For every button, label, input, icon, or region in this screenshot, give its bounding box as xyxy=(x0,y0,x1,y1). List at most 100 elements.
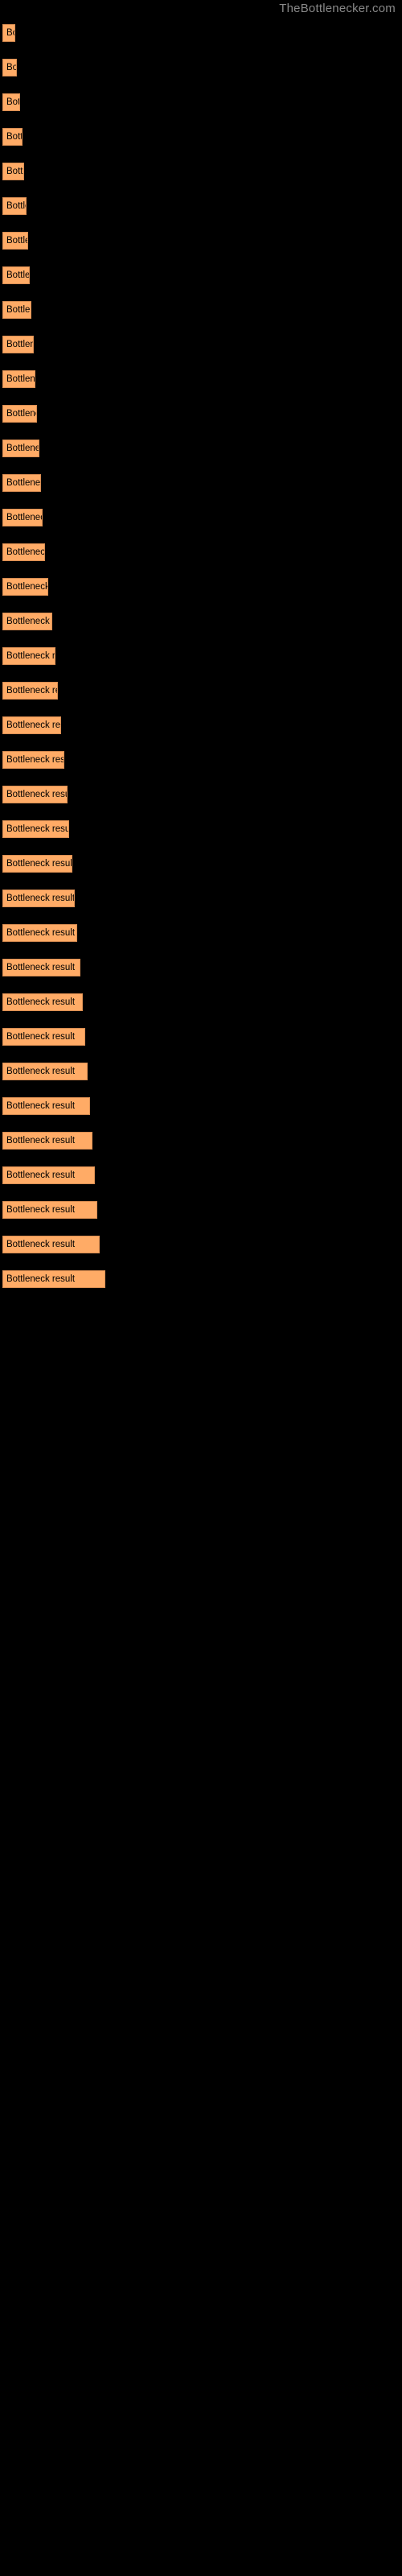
bar-label: Bottleneck result xyxy=(6,409,36,419)
bar-row: Bottleneck result xyxy=(0,1196,402,1231)
bar-label: Bottleneck result xyxy=(6,374,35,384)
bar-label: Bottleneck result xyxy=(6,444,39,453)
bar-label: Bottleneck result xyxy=(6,720,61,730)
bar[interactable]: Bottleneck result xyxy=(2,1270,105,1288)
bar-row: Bottleneck result xyxy=(0,158,402,192)
bar-label: Bottleneck result xyxy=(6,513,42,522)
bar-row: Bottleneck result xyxy=(0,227,402,262)
bar-row: Bottleneck result xyxy=(0,919,402,954)
bar-row: Bottleneck result xyxy=(0,885,402,919)
bar-row: Bottleneck result xyxy=(0,365,402,400)
bar-row: Bottleneck result xyxy=(0,1127,402,1162)
bar-label: Bottleneck result xyxy=(6,894,75,903)
bar[interactable]: Bottleneck result xyxy=(2,993,83,1011)
bar[interactable]: Bottleneck result xyxy=(2,578,48,596)
bar[interactable]: Bottleneck result xyxy=(2,959,80,976)
bar-label: Bottleneck result xyxy=(6,859,72,869)
bar[interactable]: Bottleneck result xyxy=(2,890,75,907)
bar-label: Bottleneck result xyxy=(6,97,20,107)
bar[interactable]: Bottleneck result xyxy=(2,301,31,319)
bar[interactable]: Bottleneck result xyxy=(2,1132,92,1150)
bar-row: Bottleneck result xyxy=(0,989,402,1023)
bar-row: Bottleneck result xyxy=(0,123,402,158)
bar-row: Bottleneck result xyxy=(0,850,402,885)
bar-row: Bottleneck result xyxy=(0,435,402,469)
bar[interactable]: Bottleneck result xyxy=(2,1063,88,1080)
bar[interactable]: Bottleneck result xyxy=(2,613,52,630)
bar[interactable]: Bottleneck result xyxy=(2,128,23,146)
bar[interactable]: Bottleneck result xyxy=(2,509,43,526)
bar[interactable]: Bottleneck result xyxy=(2,820,69,838)
bar-row: Bottleneck result xyxy=(0,642,402,677)
bottleneck-bar-chart: Bottleneck result Bottleneck result Bottle… xyxy=(0,19,402,1300)
bar-row: Bottleneck result xyxy=(0,1265,402,1300)
bar-row: Bottleneck result xyxy=(0,1162,402,1196)
bar[interactable]: Bottleneck result xyxy=(2,93,20,111)
bar-label: Bottleneck result xyxy=(6,1101,76,1111)
bar-label: Bottleneck result xyxy=(6,340,33,349)
bar-label: Bottleneck result xyxy=(6,28,14,38)
bar[interactable]: Bottleneck result xyxy=(2,855,72,873)
bar-row: Bottleneck result xyxy=(0,573,402,608)
bar[interactable]: Bottleneck result xyxy=(2,924,77,942)
bar[interactable]: Bottleneck result xyxy=(2,543,45,561)
bar-row: Bottleneck result xyxy=(0,608,402,642)
bar[interactable]: Bottleneck result xyxy=(2,682,58,700)
bar[interactable]: Bottleneck result xyxy=(2,474,41,492)
bar-label: Bottleneck result xyxy=(6,1240,76,1249)
bar-label: Bottleneck result xyxy=(6,686,57,696)
bar-label: Bottleneck result xyxy=(6,63,17,72)
bar-label: Bottleneck result xyxy=(6,1274,76,1284)
bar-row: Bottleneck result xyxy=(0,1231,402,1265)
bar-label: Bottleneck result xyxy=(6,305,31,315)
bar-row: Bottleneck result xyxy=(0,400,402,435)
bar[interactable]: Bottleneck result xyxy=(2,1166,95,1184)
bar[interactable]: Bottleneck result xyxy=(2,197,27,215)
bar-label: Bottleneck result xyxy=(6,582,48,592)
site-watermark: TheBottlenecker.com xyxy=(279,2,396,15)
bar[interactable]: Bottleneck result xyxy=(2,440,39,457)
bar-row: Bottleneck result xyxy=(0,331,402,365)
bar-label: Bottleneck result xyxy=(6,1136,76,1146)
bar-label: Bottleneck result xyxy=(6,236,27,246)
bar-row: Bottleneck result xyxy=(0,815,402,850)
bar-row: Bottleneck result xyxy=(0,504,402,539)
bar[interactable]: Bottleneck result xyxy=(2,716,61,734)
bar[interactable]: Bottleneck result xyxy=(2,405,37,423)
bar[interactable]: Bottleneck result xyxy=(2,163,24,180)
bar[interactable]: Bottleneck result xyxy=(2,1097,90,1115)
bar-row: Bottleneck result xyxy=(0,1058,402,1092)
bar[interactable]: Bottleneck result xyxy=(2,647,55,665)
bar[interactable]: Bottleneck result xyxy=(2,336,34,353)
bar-row: Bottleneck result xyxy=(0,712,402,746)
bar-label: Bottleneck result xyxy=(6,928,76,938)
bar-row: Bottleneck result xyxy=(0,677,402,712)
bar-row: Bottleneck result xyxy=(0,1092,402,1127)
bar[interactable]: Bottleneck result xyxy=(2,266,30,284)
bar[interactable]: Bottleneck result xyxy=(2,59,17,76)
bar[interactable]: Bottleneck result xyxy=(2,1236,100,1253)
bar-label: Bottleneck result xyxy=(6,1032,76,1042)
bar-label: Bottleneck result xyxy=(6,1067,76,1076)
bar-row: Bottleneck result xyxy=(0,469,402,504)
bar[interactable]: Bottleneck result xyxy=(2,1028,85,1046)
bar-row: Bottleneck result xyxy=(0,296,402,331)
bar-row: Bottleneck result xyxy=(0,746,402,781)
bar[interactable]: Bottleneck result xyxy=(2,24,15,42)
bar-row: Bottleneck result xyxy=(0,89,402,123)
bar-label: Bottleneck result xyxy=(6,755,64,765)
bar-label: Bottleneck result xyxy=(6,201,26,211)
bar-row: Bottleneck result xyxy=(0,192,402,227)
bar-row: Bottleneck result xyxy=(0,539,402,573)
bar-label: Bottleneck result xyxy=(6,547,45,557)
bar[interactable]: Bottleneck result xyxy=(2,1201,97,1219)
bar-label: Bottleneck result xyxy=(6,651,55,661)
bar[interactable]: Bottleneck result xyxy=(2,232,28,250)
bar-label: Bottleneck result xyxy=(6,790,67,799)
bar-label: Bottleneck result xyxy=(6,997,76,1007)
bar-row: Bottleneck result xyxy=(0,781,402,815)
bar[interactable]: Bottleneck result xyxy=(2,370,35,388)
bar-label: Bottleneck result xyxy=(6,478,41,488)
bar[interactable]: Bottleneck result xyxy=(2,751,64,769)
bar[interactable]: Bottleneck result xyxy=(2,786,68,803)
